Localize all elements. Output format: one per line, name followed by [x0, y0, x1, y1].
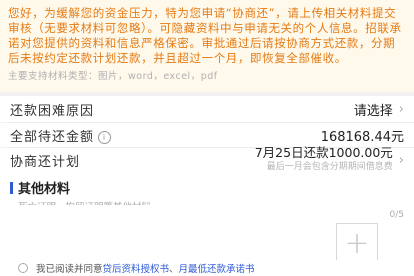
notice-banner: 您好，为缓解您的资金压力，特为您申请“协商还”，请上传相关材料提交审核（无要求材…: [0, 0, 414, 92]
plan-main-text: 7月25日还款1000.00元: [254, 145, 393, 160]
amount-value: 168168.44元: [320, 129, 404, 145]
supported-file-types: 主要支持材料类型：图片，word，excel，pdf: [8, 71, 218, 82]
reason-select[interactable]: 请选择: [354, 100, 393, 119]
amount-label-text: 全部待还金额: [10, 129, 95, 145]
notice-text: 您好，为缓解您的资金压力，特为您申请“协商还”，请上传相关材料提交审核（无要求材…: [8, 6, 402, 65]
agreement-row: 我已阅读并同意 贷后资料授权书 、 月最低还款承诺书: [0, 260, 414, 276]
plan-label: 协商还计划: [10, 154, 81, 170]
upload-counter: 0/5: [389, 210, 404, 220]
upload-area: 0/5 +: [0, 205, 414, 267]
agree-checkbox[interactable]: [18, 263, 28, 273]
amount-row: 全部待还金额 i 168168.44元: [0, 123, 414, 147]
plan-row[interactable]: 协商还计划 7月25日还款1000.00元 最后一月会包含分期期间借息费 ›: [0, 145, 414, 172]
section-title: 其他材料: [18, 182, 71, 197]
chevron-right-icon: ›: [398, 101, 404, 117]
amount-label: 全部待还金额 i: [10, 126, 112, 145]
section-accent-bar: [10, 181, 13, 194]
add-attachment-button[interactable]: +: [336, 223, 378, 265]
agree-separator: 、: [169, 264, 179, 275]
plus-icon: +: [344, 226, 370, 261]
reason-label: 还款困难原因: [10, 103, 95, 119]
chevron-right-icon: ›: [398, 152, 404, 168]
loan-authorization-link[interactable]: 贷后资料授权书: [103, 261, 170, 275]
repayment-commitment-link[interactable]: 月最低还款承诺书: [179, 261, 255, 275]
reason-row[interactable]: 还款困难原因 请选择 ›: [0, 96, 414, 122]
info-icon[interactable]: i: [98, 130, 112, 144]
agree-prefix: 我已阅读并同意: [36, 264, 103, 275]
